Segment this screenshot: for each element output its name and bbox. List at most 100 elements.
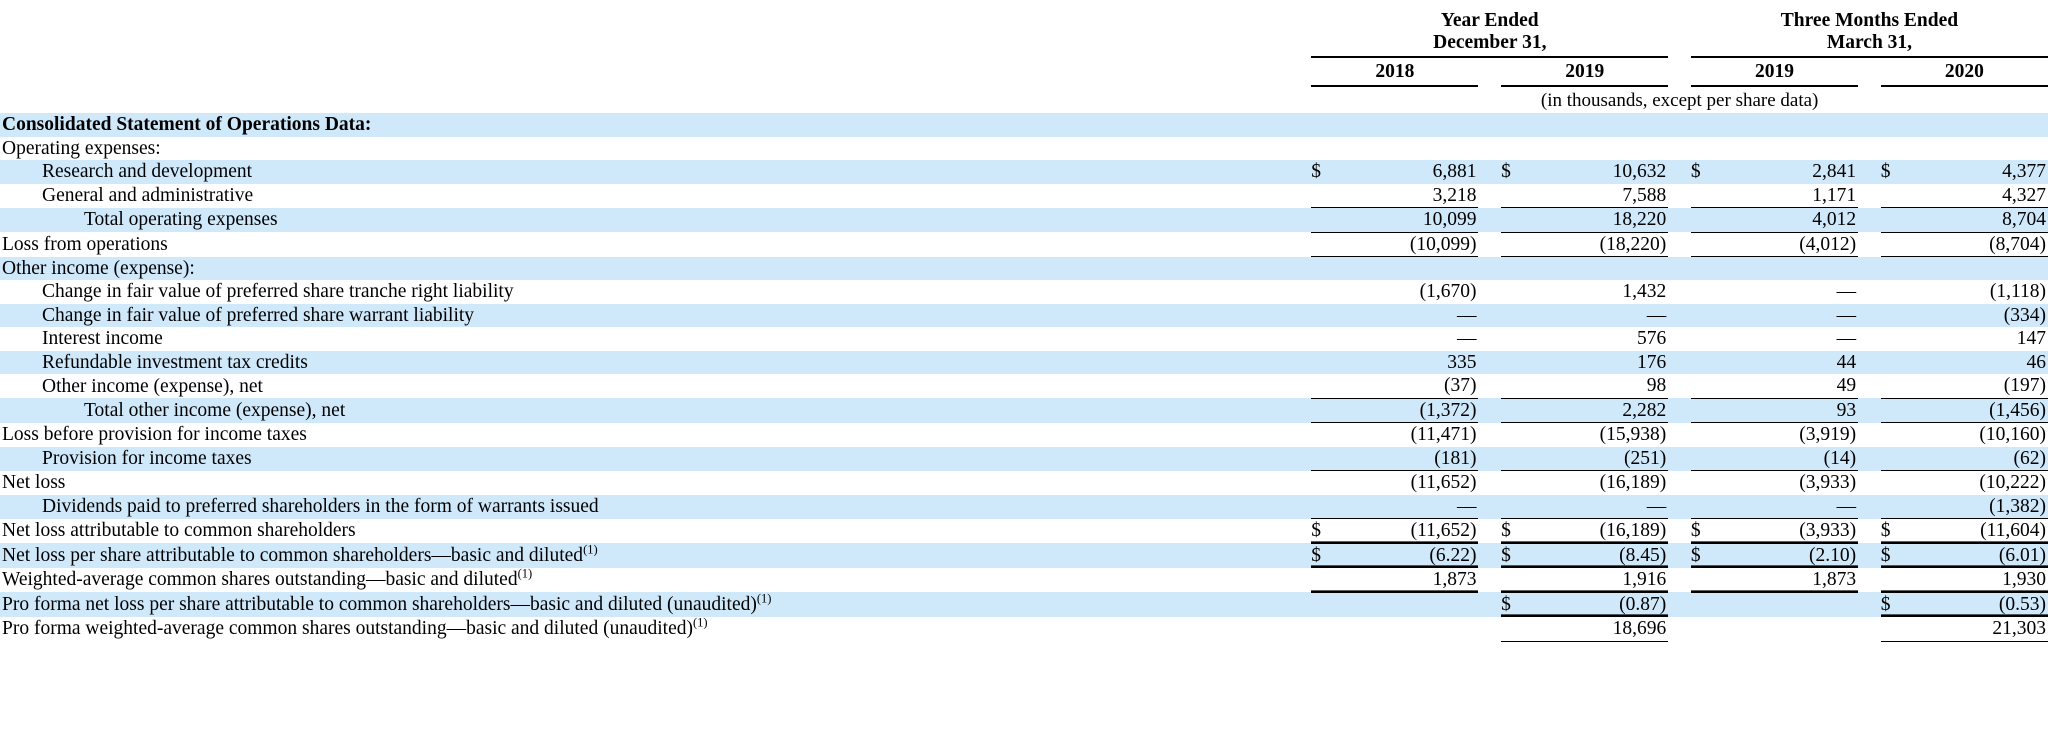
table-row: Provision for income taxes (181) (251) (… [0, 446, 2048, 472]
currency-symbol: $ [1880, 592, 1914, 618]
currency-symbol [1880, 374, 1914, 399]
header-years-row: 2018 2019 2019 2020 [0, 59, 2048, 85]
table-row: Net loss (11,652) (16,189) (3,933) (10,2… [0, 470, 2048, 495]
currency-symbol [1690, 303, 1724, 328]
currency-symbol [1690, 207, 1724, 233]
cell-value: 1,930 [1913, 567, 2048, 593]
cell-value: 44 [1723, 350, 1859, 375]
currency-symbol [1311, 494, 1344, 520]
currency-symbol [1690, 232, 1724, 258]
table-row: Other income (expense): [0, 256, 2048, 281]
row-label-other-income-expense-net: Other income (expense), net [0, 374, 1312, 399]
cell-value: — [1723, 327, 1859, 351]
table-row: Total other income (expense), net (1,372… [0, 398, 2048, 424]
currency-symbol [1880, 232, 1914, 258]
cell-value: (15,938) [1533, 422, 1669, 447]
cell-value: 335 [1343, 350, 1479, 375]
row-label-research-and-development: Research and development [0, 160, 1312, 184]
group-title-line2: December 31, [1433, 32, 1547, 54]
currency-symbol [1880, 616, 1914, 642]
currency-symbol [1501, 350, 1534, 375]
currency-symbol [1880, 327, 1914, 351]
currency-symbol [1311, 567, 1344, 593]
cell-value: 7,588 [1533, 183, 1669, 209]
currency-symbol [1880, 303, 1914, 328]
currency-symbol [1690, 494, 1724, 520]
currency-symbol [1311, 183, 1344, 209]
cell-value: 1,171 [1723, 183, 1859, 209]
row-label-text: Pro forma net loss per share attributabl… [2, 593, 757, 615]
currency-symbol [1501, 446, 1534, 472]
row-label-refundable-investment-tax-credits: Refundable investment tax credits [0, 350, 1312, 375]
cell-value: — [1723, 303, 1859, 328]
currency-symbol [1880, 446, 1914, 472]
row-label-text: Net loss per share attributable to commo… [2, 544, 584, 566]
cell-value: 21,303 [1913, 616, 2048, 642]
cell-value [1343, 592, 1479, 617]
table-row: Refundable investment tax credits 335 17… [0, 350, 2048, 375]
group-title-line1: Year Ended [1440, 10, 1539, 31]
currency-symbol: $ [1690, 518, 1724, 544]
row-label-total-other-income-expense-net: Total other income (expense), net [0, 398, 1312, 423]
financial-statement-sheet: Year Ended December 31, Three Months End… [0, 0, 2048, 730]
currency-symbol: $ [1311, 160, 1344, 184]
row-label-provision-for-income-taxes: Provision for income taxes [0, 446, 1312, 471]
cell-value: (1,382) [1913, 494, 2048, 520]
cell-value: — [1723, 494, 1859, 520]
currency-symbol [1690, 567, 1724, 593]
cell-value: 576 [1533, 327, 1669, 351]
currency-symbol [1501, 303, 1534, 328]
table-row: Interest income — 576 — 147 [0, 327, 2048, 351]
table-row: Consolidated Statement of Operations Dat… [0, 113, 2048, 137]
cell-value: (6.01) [1913, 543, 2048, 569]
currency-symbol [1311, 350, 1344, 375]
footnote-marker: (1) [756, 591, 772, 606]
row-label-operating-expenses: Operating expenses: [0, 136, 1312, 161]
cell-value: (16,189) [1533, 470, 1669, 495]
cell-value: (14) [1723, 446, 1859, 472]
cell-value: 49 [1723, 374, 1859, 399]
currency-symbol [1501, 422, 1534, 447]
cell-value: (18,220) [1533, 232, 1669, 258]
currency-symbol: $ [1880, 160, 1914, 184]
cell-value: — [1343, 327, 1479, 351]
cell-value: (1,456) [1913, 398, 2048, 424]
table-row: Research and development $ 6,881 $ 10,63… [0, 160, 2048, 184]
currency-symbol [1690, 592, 1724, 617]
currency-symbol [1311, 303, 1344, 328]
cell-value: (197) [1913, 374, 2048, 399]
cell-value: 4,012 [1723, 207, 1859, 233]
cell-value: 18,220 [1533, 207, 1669, 233]
row-label-pro-forma-weighted-average-shares: Pro forma weighted-average common shares… [0, 617, 1312, 642]
currency-symbol: $ [1501, 543, 1534, 569]
currency-symbol [1311, 446, 1344, 472]
header-group-year-ended: Year Ended December 31, [1311, 10, 1668, 56]
cell-value: — [1343, 303, 1479, 328]
table-row: Net loss attributable to common sharehol… [0, 518, 2048, 544]
currency-symbol [1311, 422, 1344, 447]
currency-symbol [1880, 398, 1914, 424]
currency-symbol: $ [1690, 543, 1724, 569]
cell-value: 1,916 [1533, 567, 1669, 593]
currency-symbol [1311, 616, 1344, 642]
group-title-line2: March 31, [1826, 32, 1913, 54]
cell-value: (11,652) [1343, 518, 1479, 544]
row-label-weighted-average-shares: Weighted-average common shares outstandi… [0, 568, 1312, 593]
currency-symbol [1690, 446, 1724, 472]
cell-value: 18,696 [1533, 616, 1669, 642]
cell-value: (37) [1343, 374, 1479, 399]
header-units-row: (in thousands, except per share data) [0, 87, 2048, 113]
currency-symbol [1311, 232, 1344, 258]
currency-symbol: $ [1311, 518, 1344, 544]
cell-value: (0.87) [1533, 592, 1669, 618]
operations-data-table: Year Ended December 31, Three Months End… [0, 0, 2048, 642]
currency-symbol [1311, 398, 1344, 424]
header-group-three-months-ended: Three Months Ended March 31, [1691, 10, 2048, 56]
group-title-line1: Three Months Ended [1780, 10, 1959, 31]
row-label-change-fv-tranche-right: Change in fair value of preferred share … [0, 280, 1312, 304]
row-label-text: Pro forma weighted-average common shares… [2, 618, 693, 640]
cell-value: 1,873 [1723, 567, 1859, 593]
units-note: (in thousands, except per share data) [1540, 90, 1819, 112]
cell-value: (16,189) [1533, 518, 1669, 544]
currency-symbol: $ [1880, 543, 1914, 569]
